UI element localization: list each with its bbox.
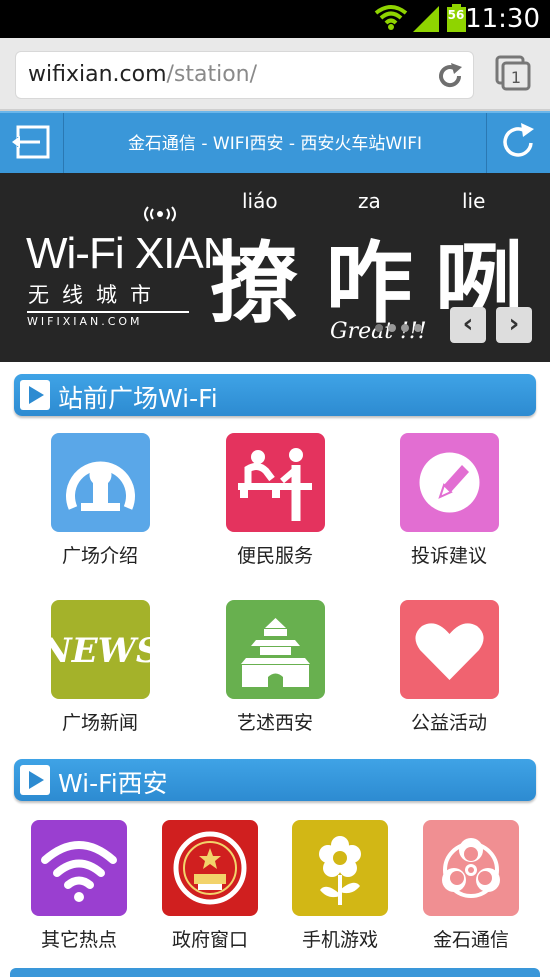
tile-label: 公益活动 (410, 712, 487, 734)
logo-text: Wi-Fi XIAN (26, 229, 235, 278)
url-path: /station/ (166, 62, 258, 87)
pen-edit-icon (400, 433, 499, 532)
bottom-section-bar (10, 968, 540, 977)
wifi-status-icon (374, 5, 408, 30)
service-desk-icon (226, 433, 325, 532)
tabs-icon[interactable]: 1 (495, 55, 531, 91)
section-header-plaza: 站前广场Wi-Fi (14, 374, 536, 416)
wifi-icon (31, 820, 127, 916)
tile-label: 广场新闻 (61, 712, 138, 734)
logo-url: WIFIXIAN.COM (27, 311, 189, 328)
play-icon (20, 765, 50, 795)
bell-tower-icon (226, 600, 325, 699)
status-time: 11:30 (465, 4, 540, 34)
refresh-icon (503, 123, 534, 157)
site-nav-bar: 金石通信 - WIFI西安 - 西安火车站WIFI (0, 111, 550, 173)
promo-banner: Wi-Fi XIAN 无线城市 WIFIXIAN.COM liáo za lie… (0, 173, 550, 362)
biohazard-icon (423, 820, 519, 916)
status-bar: 56 11:30 (0, 0, 550, 38)
pinyin-2: za (358, 189, 381, 213)
back-button[interactable] (0, 113, 64, 173)
section-title: 站前广场Wi-Fi (58, 384, 218, 413)
reload-icon[interactable] (435, 61, 465, 91)
site-title: 金石通信 - WIFI西安 - 西安火车站WIFI (127, 134, 423, 154)
railway-logo-icon (51, 433, 150, 532)
next-slide-button[interactable]: › (496, 307, 532, 343)
heart-icon (400, 600, 499, 699)
svg-text:NEWS: NEWS (51, 631, 150, 671)
refresh-button[interactable] (486, 113, 550, 173)
national-emblem-icon (162, 820, 258, 916)
browser-address-bar: wifixian.com/station/ 1 (0, 38, 550, 111)
banner-char-1: 撩 (210, 231, 299, 335)
flower-icon (292, 820, 388, 916)
signal-icon (413, 6, 439, 32)
url-field[interactable]: wifixian.com/station/ (15, 51, 474, 99)
section-header-wifi-xian: Wi-Fi西安 (14, 759, 536, 801)
url-host: wifixian.com (28, 62, 167, 87)
tile-label: 艺述西安 (236, 712, 313, 734)
play-icon (20, 380, 50, 410)
prev-slide-button[interactable]: ‹ (450, 307, 486, 343)
carousel-dots (375, 324, 422, 332)
pinyin-3: lie (462, 189, 486, 213)
tile-label: 广场介绍 (61, 545, 138, 567)
tile-label: 金石通信 (432, 929, 509, 951)
exit-arrow-icon (12, 125, 50, 159)
pinyin-1: liáo (242, 189, 278, 213)
logo-subtitle: 无线城市 (28, 283, 164, 307)
tile-label: 投诉建议 (410, 545, 487, 567)
signal-wave-icon (144, 206, 176, 222)
news-icon: NEWS (40, 600, 160, 699)
section-title: Wi-Fi西安 (58, 769, 168, 798)
tile-label: 便民服务 (236, 545, 313, 567)
svg-text:1: 1 (511, 68, 521, 87)
